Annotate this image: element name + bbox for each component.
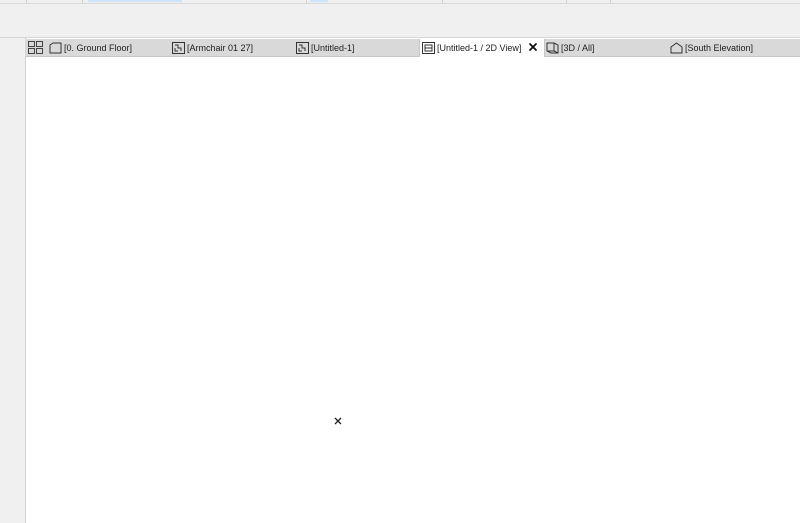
toolbar-divider	[0, 3, 800, 4]
2d-view-icon	[422, 42, 435, 54]
app-window: [0. Ground Floor] [Armchair 01 27] [Unti…	[0, 0, 800, 523]
tab-3d-all[interactable]: [3D / All]	[546, 39, 668, 56]
tab-label: [Armchair 01 27]	[187, 42, 254, 53]
toolbar	[0, 0, 800, 38]
tab-armchair[interactable]: [Armchair 01 27]	[172, 39, 294, 56]
view-tab-bar: [0. Ground Floor] [Armchair 01 27] [Unti…	[25, 39, 800, 57]
left-panel-strip	[0, 38, 26, 523]
tab-ground-floor[interactable]: [0. Ground Floor]	[49, 39, 171, 56]
tab-label: [Untitled-1]	[311, 42, 355, 53]
3d-view-icon	[546, 42, 559, 54]
origin-cross-icon	[333, 413, 343, 425]
section-view-icon	[172, 41, 185, 54]
tab-untitled-2d-view[interactable]: [Untitled-1 / 2D View]	[419, 39, 545, 57]
tab-label: [3D / All]	[561, 42, 595, 53]
elevation-icon	[670, 41, 683, 54]
toolbar-highlight	[88, 0, 182, 2]
tab-label: [Untitled-1 / 2D View]	[437, 43, 522, 53]
tab-overview-grid-icon[interactable]	[28, 41, 44, 54]
tab-south-elevation[interactable]: [South Elevation]	[670, 39, 798, 56]
tab-label: [0. Ground Floor]	[64, 42, 133, 53]
tab-label: [South Elevation]	[685, 42, 754, 53]
floor-plan-icon	[49, 42, 62, 54]
toolbar-highlight	[310, 0, 328, 2]
section-view-icon	[296, 41, 309, 54]
drawing-canvas[interactable]	[26, 57, 800, 523]
close-icon[interactable]	[528, 42, 538, 52]
tab-untitled-1[interactable]: [Untitled-1]	[296, 39, 418, 56]
